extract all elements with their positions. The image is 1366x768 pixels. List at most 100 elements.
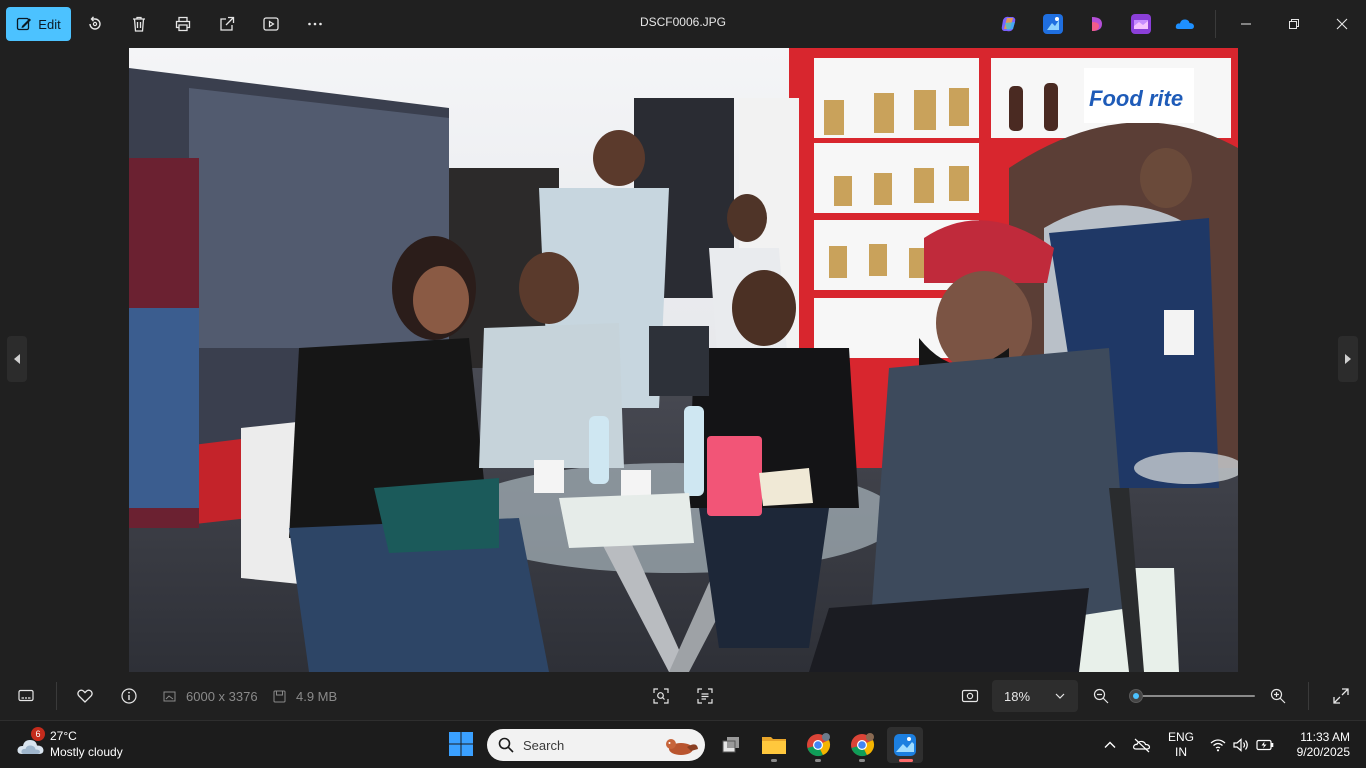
photo-image: Food rite	[129, 48, 1238, 672]
input-language-button[interactable]: ENG IN	[1165, 730, 1197, 760]
zoom-slider-thumb[interactable]	[1129, 689, 1143, 703]
share-icon	[220, 16, 235, 31]
chrome-profile-2-button[interactable]	[844, 727, 880, 763]
chevron-up-icon	[1104, 741, 1116, 748]
image-dimensions: 6000 x 3376	[186, 689, 258, 704]
windows-taskbar: 6 27°C Mostly cloudy Search ENG IN 11:33…	[0, 720, 1366, 768]
next-photo-button[interactable]	[1338, 336, 1358, 382]
file-name-title: DSCF0006.JPG	[639, 15, 727, 29]
battery-charging-icon	[1256, 739, 1274, 751]
chrome-icon	[807, 733, 831, 757]
heart-icon	[77, 689, 93, 703]
top-toolbar: Edit DSCF0006.JPG	[0, 0, 1366, 48]
zoom-in-icon	[1270, 688, 1286, 704]
chrome-profile-1-button[interactable]	[800, 727, 836, 763]
slideshow-button[interactable]	[259, 12, 283, 36]
copilot-icon[interactable]	[999, 14, 1019, 34]
filmstrip-button[interactable]	[15, 685, 37, 707]
onedrive-tray-button[interactable]	[1132, 735, 1152, 755]
region-code: IN	[1175, 745, 1187, 759]
photos-app-button[interactable]	[887, 727, 923, 763]
favorite-button[interactable]	[74, 685, 96, 707]
slideshow-icon	[263, 17, 279, 31]
running-indicator	[859, 759, 865, 762]
onedrive-icon[interactable]	[1175, 14, 1195, 34]
previous-photo-button[interactable]	[7, 336, 27, 382]
edit-icon	[17, 17, 32, 31]
visual-search-icon	[653, 688, 669, 704]
chevron-right-icon	[1345, 354, 1351, 364]
speaker-icon	[1233, 738, 1248, 752]
weather-widget[interactable]: 6 27°C Mostly cloudy	[14, 727, 164, 763]
more-options-button[interactable]	[303, 12, 327, 36]
zoom-out-button[interactable]	[1090, 685, 1112, 707]
wifi-button[interactable]	[1208, 735, 1228, 755]
folder-icon	[762, 737, 786, 754]
task-view-button[interactable]	[713, 727, 749, 763]
weather-temperature: 27°C	[50, 729, 77, 743]
zoom-level-dropdown[interactable]: 18%	[992, 680, 1078, 712]
edit-button[interactable]: Edit	[6, 7, 71, 41]
volume-button[interactable]	[1231, 735, 1251, 755]
minimize-button[interactable]	[1234, 12, 1258, 36]
chevron-down-icon	[1055, 693, 1065, 699]
visual-search-button[interactable]	[650, 685, 672, 707]
restore-button[interactable]	[1282, 12, 1306, 36]
rotate-icon	[89, 16, 101, 30]
photos-icon	[894, 734, 916, 756]
running-indicator	[771, 759, 777, 762]
search-highlight-icon	[666, 739, 698, 755]
bottom-info-bar: 6000 x 3376 4.9 MB 18%	[0, 672, 1366, 720]
task-view-icon	[722, 737, 739, 753]
show-hidden-icons-button[interactable]	[1100, 735, 1120, 755]
search-icon	[498, 737, 514, 753]
zoom-value: 18%	[1004, 688, 1031, 704]
actual-size-button[interactable]	[959, 685, 981, 707]
minimize-icon	[1241, 23, 1251, 25]
restore-icon	[1289, 19, 1299, 29]
close-button[interactable]	[1330, 12, 1354, 36]
windows-logo-icon	[449, 732, 473, 756]
clock-date: 9/20/2025	[1296, 745, 1350, 759]
info-icon	[121, 688, 137, 704]
weather-description: Mostly cloudy	[50, 745, 123, 759]
active-indicator	[899, 759, 913, 762]
taskbar-search[interactable]: Search	[487, 729, 705, 761]
full-screen-button[interactable]	[1330, 685, 1352, 707]
weather-alert-badge: 6	[31, 727, 45, 741]
chrome-icon	[851, 733, 875, 757]
bottom-divider	[56, 682, 57, 710]
system-clock[interactable]: 11:33 AM 9/20/2025	[1284, 730, 1350, 760]
image-size-icon	[163, 691, 176, 702]
zoom-out-icon	[1093, 688, 1109, 704]
scan-text-button[interactable]	[694, 685, 716, 707]
print-button[interactable]	[171, 12, 195, 36]
search-placeholder: Search	[523, 737, 565, 753]
language-code: ENG	[1167, 730, 1194, 744]
close-icon	[1336, 18, 1348, 30]
chevron-left-icon	[14, 354, 20, 364]
file-size: 4.9 MB	[296, 689, 338, 704]
start-button[interactable]	[448, 731, 474, 757]
more-icon	[308, 22, 322, 26]
edit-label: Edit	[38, 16, 61, 32]
designer-icon[interactable]	[1043, 14, 1063, 34]
delete-button[interactable]	[127, 12, 151, 36]
toolbar-divider	[1215, 10, 1216, 38]
photos-app-window: Edit DSCF0006.JPG Food rite 6000 x 3376 …	[0, 0, 1366, 720]
save-size-icon	[273, 690, 286, 703]
zoom-slider[interactable]	[1129, 689, 1255, 703]
zoom-in-button[interactable]	[1267, 685, 1289, 707]
delete-icon	[133, 16, 145, 32]
file-info-button[interactable]	[118, 685, 140, 707]
clipchamp-icon[interactable]	[1087, 14, 1107, 34]
photo-editor-icon[interactable]	[1131, 14, 1151, 34]
actual-size-icon	[961, 689, 979, 703]
share-button[interactable]	[215, 12, 239, 36]
scan-text-icon	[697, 688, 713, 704]
wifi-icon	[1210, 739, 1226, 752]
photo-canvas[interactable]: Food rite	[129, 48, 1238, 672]
rotate-button[interactable]	[83, 12, 107, 36]
file-explorer-button[interactable]	[756, 727, 792, 763]
battery-button[interactable]	[1255, 735, 1275, 755]
